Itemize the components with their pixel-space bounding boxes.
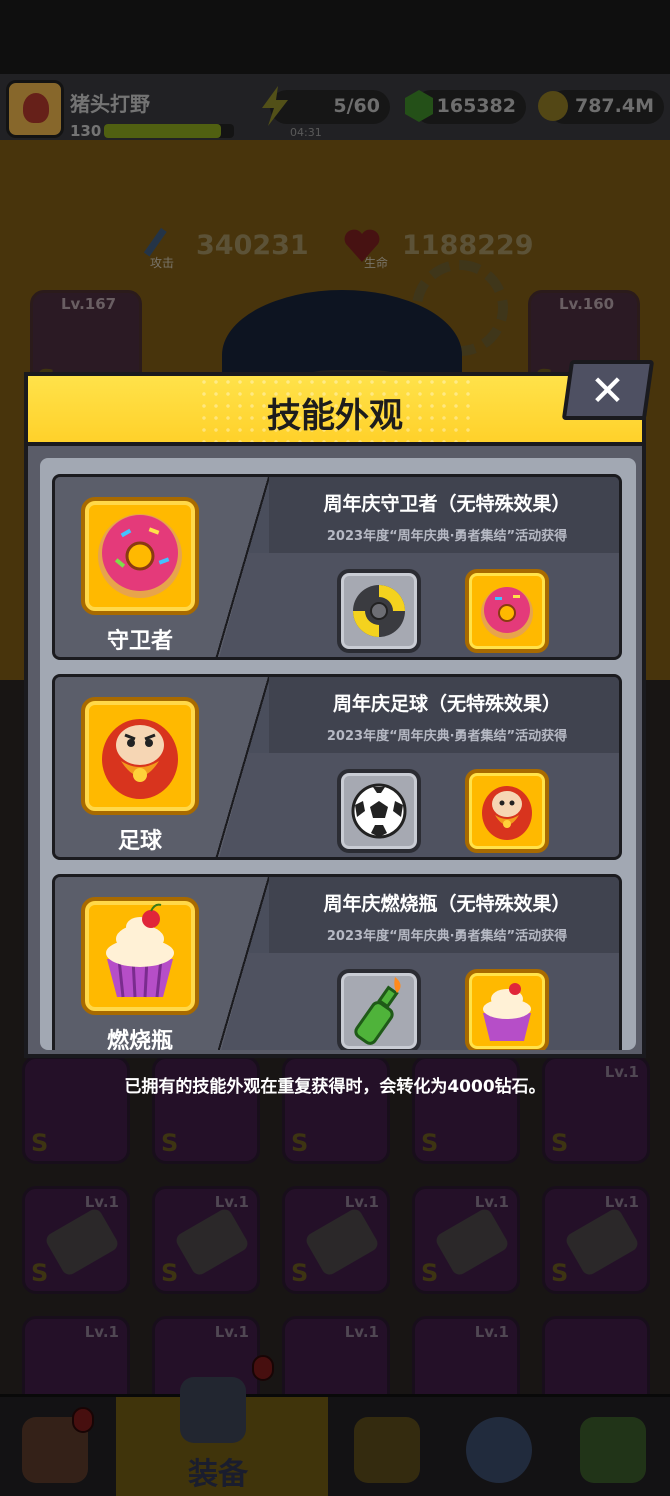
close-icon: ✕ (589, 366, 626, 415)
shuriken-icon[interactable] (337, 569, 421, 653)
skin-title: 周年庆守卫者（无特殊效果） (323, 493, 571, 515)
skin-source: 2023年度“周年庆典·勇者集结”活动获得 (326, 929, 568, 944)
soccer-ball-icon[interactable] (337, 769, 421, 853)
skin-title: 周年庆足球（无特殊效果） (332, 693, 561, 715)
skin-source: 2023年度“周年庆典·勇者集结”活动获得 (326, 729, 568, 744)
daruma-icon (81, 697, 199, 815)
cupcake-skin-option[interactable] (465, 969, 549, 1050)
donut-icon (81, 497, 199, 615)
skin-name: 守卫者 (106, 629, 173, 654)
skin-card-soccer[interactable]: 足球 周年庆足球（无特殊效果） 2023年度“周年庆典·勇者集结”活动获得 (52, 674, 622, 860)
skin-name: 燃烧瓶 (106, 1029, 173, 1050)
donut-skin-option[interactable] (465, 569, 549, 653)
skill-skin-dialog: 技能外观 ✕ 守卫者 周年庆守卫者（无特殊效果） 2023年度“周年庆典·勇者集… (24, 360, 655, 1058)
dialog-title: 技能外观 (267, 396, 403, 436)
skin-card-guardian[interactable]: 守卫者 周年庆守卫者（无特殊效果） 2023年度“周年庆典·勇者集结”活动获得 (52, 474, 622, 660)
daruma-skin-option[interactable] (465, 769, 549, 853)
cupcake-icon (81, 897, 199, 1015)
skin-list[interactable]: 守卫者 周年庆守卫者（无特殊效果） 2023年度“周年庆典·勇者集结”活动获得 (40, 458, 636, 1050)
molotov-icon[interactable] (337, 969, 421, 1050)
skin-source: 2023年度“周年庆典·勇者集结”活动获得 (326, 529, 568, 544)
skin-title: 周年庆燃烧瓶（无特殊效果） (323, 893, 571, 915)
skin-name: 足球 (117, 829, 162, 854)
close-button[interactable]: ✕ (561, 360, 655, 420)
duplicate-hint: 已拥有的技能外观在重复获得时，会转化为4000钻石。 (124, 1077, 546, 1097)
skin-card-molotov[interactable]: 燃烧瓶 周年庆燃烧瓶（无特殊效果） 2023年度“周年庆典·勇者集结”活动获得 (52, 874, 622, 1050)
dialog-header: 技能外观 (28, 376, 642, 446)
